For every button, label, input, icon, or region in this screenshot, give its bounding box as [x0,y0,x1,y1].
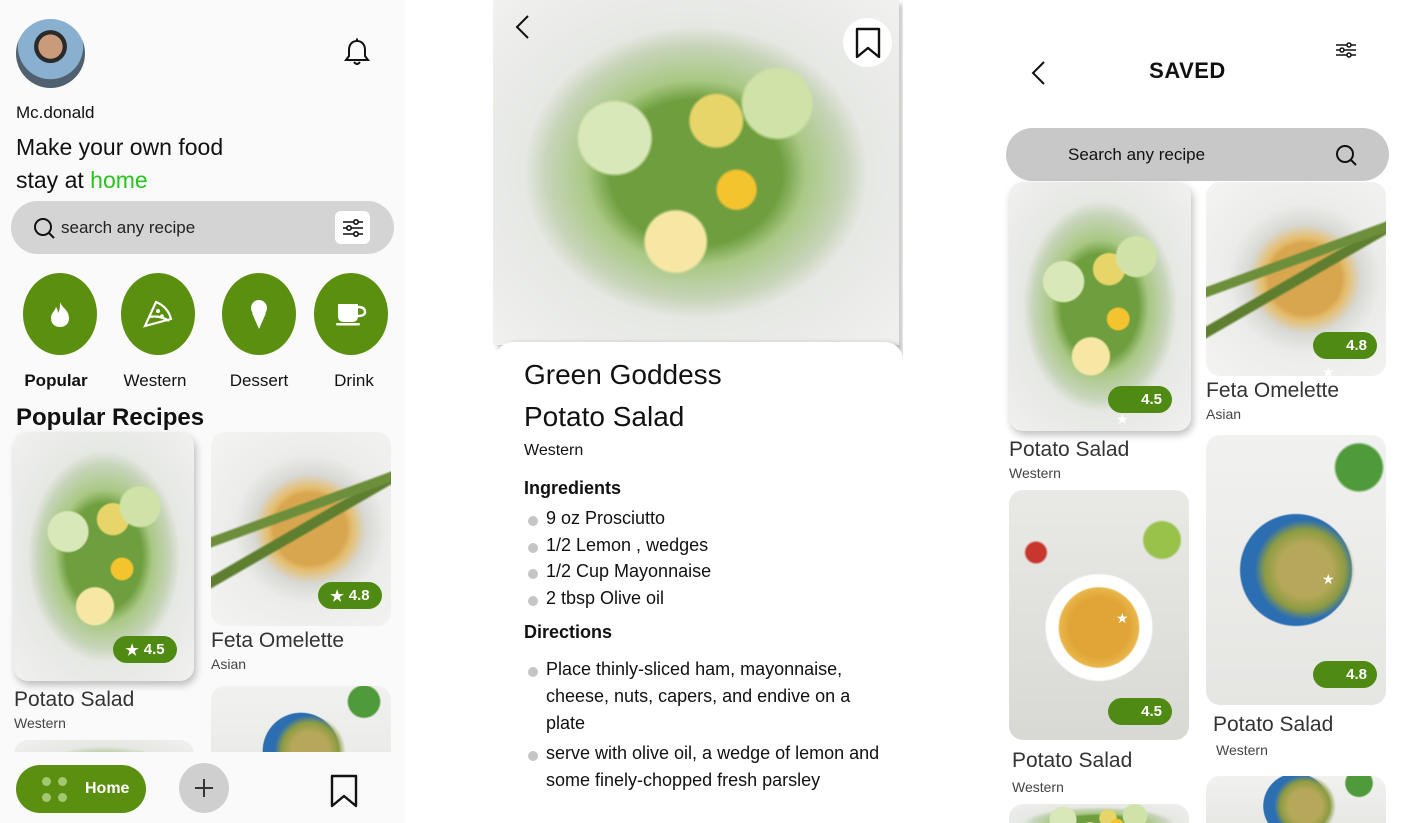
ingredient-item: 2 tbsp Olive oil [528,585,711,612]
category-label-dessert: Dessert [229,371,289,390]
ingredients-heading: Ingredients [524,478,622,498]
rating-value: 4.5 [143,641,165,658]
section-title: Popular Recipes [16,404,205,431]
recipe-card-feta-omelette[interactable]: ★ 4.8 [211,432,391,626]
sliders-icon[interactable] [1335,42,1357,63]
saved-card[interactable]: 4.5 ★ [1009,182,1191,431]
headline-line-1: Make your own food [16,134,224,160]
star-icon: ★ [1322,571,1335,587]
back-icon[interactable] [513,14,533,45]
category-label-western: Western [123,371,187,390]
coffee-cup-icon [336,304,367,326]
recipe-title-line-2: Potato Salad [524,401,685,432]
star-icon: ★ [1322,364,1335,376]
direction-step: Place thinly-sliced ham, mayonnaise, che… [528,656,888,737]
recipe-category: Asian [211,656,247,672]
star-icon: ★ [1116,411,1129,427]
headline-prefix: stay at [16,167,91,193]
recipe-title-line-1: Green Goddess [524,359,722,390]
rating-value: 4.8 [348,587,370,604]
category-popular-button[interactable] [23,273,97,355]
search-icon [1335,144,1357,171]
bookmark-button[interactable] [843,18,892,67]
recipe-title: Green Goddess Potato Salad [524,354,722,438]
rating-badge: ★ 4.5 [113,636,177,663]
recipe-card-potato-salad[interactable]: ★ 4.5 [14,432,194,681]
recipe-category: Asian [1206,406,1242,422]
rating-badge: 4.5 [1108,698,1172,725]
home-screen: Mc.donald Make your own food stay at hom… [0,0,405,823]
headline-highlight: home [90,167,148,193]
pizza-icon [143,300,173,328]
bell-icon[interactable] [344,38,370,66]
ingredients-list: 9 oz Prosciutto 1/2 Lemon , wedges 1/2 C… [528,505,711,611]
recipe-title: Feta Omelette [211,629,345,652]
saved-card[interactable]: ★ 4.8 [1206,435,1386,705]
headline-line-2: stay at home [16,164,223,197]
directions-heading: Directions [524,622,613,642]
category-drink-button[interactable] [314,273,388,355]
rating-badge: 4.8 [1313,332,1377,359]
rating-value: 4.8 [1346,337,1367,354]
search-bar[interactable]: search any recipe [11,201,394,254]
rating-badge: 4.8 [1313,661,1377,688]
rating-badge: ★ 4.8 [318,582,382,609]
page-title: SAVED [1149,58,1226,83]
rating-value: 4.5 [1141,703,1162,720]
rating-badge: 4.5 [1108,386,1172,413]
add-recipe-button[interactable] [179,763,229,813]
recipe-title: Potato Salad [1213,713,1334,736]
recipe-detail-screen: Green Goddess Potato Salad Western Ingre… [493,0,903,823]
nav-home-label: Home [85,780,130,797]
recipe-title: Potato Salad [1009,438,1130,461]
category-western-button[interactable] [121,273,195,355]
recipe-category: Western [14,715,66,731]
search-input[interactable]: Search any recipe [1068,145,1205,165]
filter-button[interactable] [335,211,370,244]
rating-value: 4.8 [1346,666,1367,683]
search-input[interactable]: search any recipe [61,218,195,238]
fire-icon [51,302,69,327]
ingredient-item: 1/2 Lemon , wedges [528,532,711,559]
sliders-icon [342,218,363,237]
username: Mc.donald [16,103,95,122]
recipe-title: Potato Salad [14,688,135,711]
recipe-title: Potato Salad [1012,749,1133,772]
back-icon[interactable] [1030,60,1048,91]
saved-card[interactable] [1009,804,1189,823]
recipe-hero-image [493,0,899,345]
recipe-category: Western [1216,742,1268,758]
ingredient-item: 9 oz Prosciutto [528,505,711,532]
category-dessert-button[interactable] [222,273,296,355]
ice-cream-icon [251,300,267,329]
saved-screen: SAVED Search any recipe 4.5 ★ Potato Sal… [1000,0,1403,823]
category-label-popular: Popular [24,371,88,390]
ingredient-item: 1/2 Cup Mayonnaise [528,558,711,585]
category-label-drink: Drink [334,371,374,390]
directions-list: Place thinly-sliced ham, mayonnaise, che… [528,656,888,794]
saved-card[interactable]: 4.8 ★ [1206,182,1386,376]
bookmark-icon [855,27,880,58]
search-bar[interactable]: Search any recipe [1006,128,1389,181]
saved-card[interactable] [1206,776,1386,823]
recipe-category: Western [1012,779,1064,795]
nav-home-button[interactable]: Home [16,765,146,813]
recipe-category: Western [1009,465,1061,481]
direction-step: serve with olive oil, a wedge of lemon a… [528,740,888,794]
headline: Make your own food stay at home [16,131,223,197]
rating-value: 4.5 [1141,391,1162,408]
star-icon: ★ [330,587,344,605]
saved-card[interactable]: ★ 4.5 [1009,490,1189,740]
bookmark-icon[interactable] [330,774,358,813]
plus-icon [195,779,213,797]
recipe-category: Western [524,442,584,459]
star-icon: ★ [1116,610,1129,626]
grid-dots-icon [42,776,67,802]
recipe-title: Feta Omelette [1206,379,1340,402]
avatar[interactable] [16,19,85,88]
search-icon [33,217,55,244]
star-icon: ★ [125,641,139,659]
